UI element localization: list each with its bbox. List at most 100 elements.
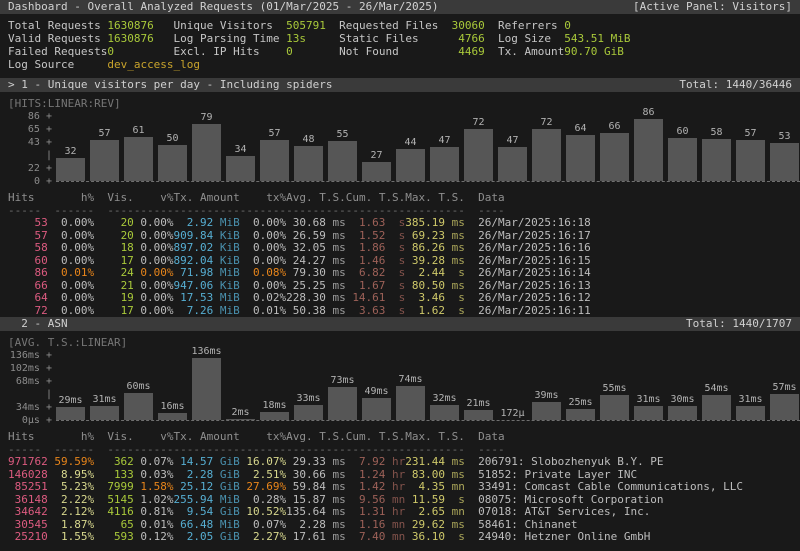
table-row[interactable]: 97176259.59%3620.07%14.57GiB16.07%29.33m… [8, 456, 800, 469]
cell-hits: 58 [8, 242, 48, 255]
expand-marker-icon [8, 317, 21, 331]
cell-visitors: 593 [94, 531, 134, 544]
cell-tx-pct: 10.52% [240, 506, 286, 519]
cell-visitors: 18 [94, 242, 134, 255]
data-table: Hitsh%Vis.v%Tx. Amounttx%Avg. T.S.Cum. T… [0, 192, 800, 317]
summary-label: Static Files [339, 32, 445, 45]
cell-cum-ts: 6.82s [346, 267, 406, 280]
table-row[interactable]: 852515.23%79991.58%25.12GiB27.69%59.84ms… [8, 481, 800, 494]
cell-hits-pct: 0.01% [48, 267, 94, 280]
bar-rect [192, 124, 221, 181]
bar-rect [90, 140, 119, 181]
cell-visitors-pct: 0.12% [134, 531, 174, 544]
cell-tx-amount: 2.05GiB [174, 531, 240, 544]
column-header-cum-ts: Cum. T.S. [346, 431, 406, 444]
panel-header[interactable]: >1 - Unique visitors per day - Including… [0, 78, 800, 92]
cell-hits: 86 [8, 267, 48, 280]
bar-rect [702, 139, 731, 181]
bar: 27 [362, 150, 391, 181]
panel-header[interactable]: 2 - ASNTotal: 1440/1707 [0, 317, 800, 331]
summary-line: Failed Requests0Excl. IP Hits0Not Found4… [8, 45, 792, 58]
app-title: Dashboard - Overall Analyzed Requests (0… [8, 0, 438, 14]
cell-hits-pct: 0.00% [48, 217, 94, 230]
column-header-hits-pct: h% [48, 431, 94, 444]
summary-value: 505791 [286, 19, 339, 32]
bar-value-label: 72 [472, 117, 484, 129]
bar: 2ms [226, 407, 255, 420]
bar-rect [566, 135, 595, 181]
table-row[interactable]: 860.01%240.00%71.98MiB0.08%79.30ms6.82s2… [8, 267, 800, 280]
column-header-max-ts: Max. T.S. [405, 192, 465, 205]
bar-value-label: 86 [642, 107, 654, 119]
bar: 79 [192, 112, 221, 181]
bar-rect [600, 133, 629, 181]
y-tick: 136ms + [8, 349, 52, 362]
bar-value-label: 33ms [296, 393, 320, 405]
bar-rect [226, 419, 255, 420]
cell-visitors: 7999 [94, 481, 134, 494]
cell-visitors: 17 [94, 305, 134, 318]
table-row[interactable]: 252101.55%5930.12%2.05GiB2.27%17.61ms7.4… [8, 531, 800, 544]
bar-value-label: 32ms [432, 393, 456, 405]
table-header-row: Hitsh%Vis.v%Tx. Amounttx%Avg. T.S.Cum. T… [8, 431, 800, 444]
table-row[interactable]: 530.00%200.00%2.92MiB0.00%30.68ms1.63s38… [8, 217, 800, 230]
bar-value-label: 16ms [160, 401, 184, 413]
summary-value: 543.51 MiB [564, 32, 792, 45]
bar-value-label: 64 [574, 123, 586, 135]
cell-data: 206791: Slobozhenyuk B.Y. PE [465, 456, 800, 469]
bar-value-label: 79 [200, 112, 212, 124]
cell-cum-ts: 7.40mn [346, 531, 406, 544]
cell-visitors-pct: 0.07% [134, 456, 174, 469]
table-row[interactable]: 346422.12%41160.81%9.54GiB10.52%135.64ms… [8, 506, 800, 519]
bar: 29ms [56, 395, 85, 420]
y-tick: 86 + [8, 110, 52, 123]
bar-value-label: 73ms [330, 375, 354, 387]
bar: 57 [90, 128, 119, 181]
bar: 60 [668, 126, 697, 181]
bar: 66 [600, 121, 629, 181]
bar-rect [532, 402, 561, 420]
bar-value-label: 57 [98, 128, 110, 140]
chart-scale-label: [HITS:LINEAR:REV] [0, 97, 800, 110]
column-header-avg-ts: Avg. T.S. [286, 192, 346, 205]
bar-value-label: 74ms [398, 374, 422, 386]
column-header-tx-amount: Tx. Amount [174, 192, 240, 205]
bar-chart: [AVG. T.S.:LINEAR]136ms +102ms +68ms +|3… [0, 331, 800, 427]
table-row[interactable]: 720.00%170.00%7.26MiB0.01%50.38ms3.63s1.… [8, 305, 800, 318]
cell-tx-pct: 0.08% [240, 267, 286, 280]
bar: 53 [770, 131, 799, 181]
bar-rect [600, 395, 629, 420]
summary-label: Not Found [339, 45, 445, 58]
bar: 57 [260, 128, 289, 181]
bar-rect [464, 410, 493, 420]
cell-hits-pct: 5.23% [48, 481, 94, 494]
bar-value-label: 25ms [568, 397, 592, 409]
summary-value: 4469 [445, 45, 485, 58]
cell-max-ts: 2.65mn [405, 506, 465, 519]
cell-avg-ts: 79.30ms [286, 267, 346, 280]
summary-label: Tx. Amount [485, 45, 564, 58]
summary-value: 1630876 [107, 19, 173, 32]
cell-data: 24940: Hetzner Online GmbH [465, 531, 800, 544]
bar-rect [158, 413, 187, 420]
bar-value-label: 34 [234, 144, 246, 156]
bar-rect [328, 141, 357, 181]
table-row[interactable]: 580.00%180.00%897.02KiB0.00%32.05ms1.86s… [8, 242, 800, 255]
table-row[interactable]: 640.00%190.00%17.53MiB0.02%228.30ms14.61… [8, 292, 800, 305]
bar-value-label: 66 [608, 121, 620, 133]
bar-rect [90, 406, 119, 420]
bar-rect [430, 405, 459, 420]
cell-max-ts: 3.46s [405, 292, 465, 305]
bar: 49ms [362, 386, 391, 420]
cell-tx-amount: 2.92MiB [174, 217, 240, 230]
bar-rect [56, 407, 85, 420]
cell-visitors: 20 [94, 217, 134, 230]
y-tick: 0 + [8, 175, 52, 188]
bar: 61 [124, 125, 153, 181]
cell-hits: 53 [8, 217, 48, 230]
panel-2: 2 - ASNTotal: 1440/1707[AVG. T.S.:LINEAR… [0, 317, 800, 544]
bar: 55 [328, 129, 357, 181]
cell-visitors-pct: 0.00% [134, 305, 174, 318]
cell-visitors-pct: 0.00% [134, 292, 174, 305]
column-header-cum-ts: Cum. T.S. [346, 192, 406, 205]
